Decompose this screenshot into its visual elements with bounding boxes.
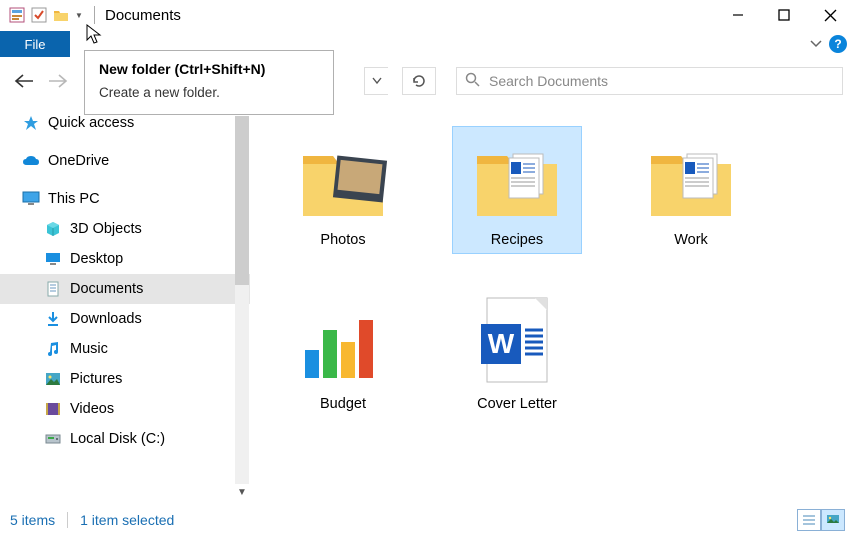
item-label: Work [674, 232, 708, 248]
sidebar-item-this-pc[interactable]: This PC [0, 184, 250, 214]
sidebar-scrollbar[interactable]: ▲ ▼ [234, 100, 250, 500]
cube3d-icon [44, 220, 62, 238]
item-label: Photos [320, 232, 365, 248]
monitor-icon [22, 190, 40, 208]
sidebar-item-label: OneDrive [48, 153, 109, 169]
scroll-thumb[interactable] [235, 116, 249, 285]
view-toggle-group [797, 509, 845, 531]
status-item-count: 5 items [10, 512, 55, 528]
sidebar-item-documents[interactable]: Documents [0, 274, 250, 304]
help-icon[interactable]: ? [829, 35, 847, 53]
details-view-button[interactable] [797, 509, 821, 531]
music-icon [44, 340, 62, 358]
sidebar-item-3d-objects[interactable]: 3D Objects [0, 214, 250, 244]
window-controls [715, 0, 853, 30]
status-bar: 5 items 1 item selected [0, 505, 853, 535]
sidebar: Quick access OneDrive This PC 3D Objects… [0, 100, 250, 500]
folder-docs-icon [469, 132, 565, 228]
qat-dropdown-icon[interactable]: ▼ [74, 11, 84, 20]
close-button[interactable] [807, 0, 853, 30]
sidebar-item-videos[interactable]: Videos [0, 394, 250, 424]
forward-button[interactable] [44, 67, 72, 95]
sidebar-item-label: Documents [70, 281, 143, 297]
sidebar-item-label: Videos [70, 401, 114, 417]
content-item-photos[interactable]: Photos [278, 126, 408, 254]
status-selection: 1 item selected [80, 512, 174, 528]
title-bar: ▼ Documents [0, 0, 853, 30]
item-label: Cover Letter [477, 396, 557, 412]
search-input[interactable]: Search Documents [456, 67, 843, 95]
sidebar-item-downloads[interactable]: Downloads [0, 304, 250, 334]
maximize-button[interactable] [761, 0, 807, 30]
sidebar-item-label: Downloads [70, 311, 142, 327]
sidebar-item-onedrive[interactable]: OneDrive [0, 146, 250, 176]
scroll-down-icon[interactable]: ▼ [234, 484, 250, 500]
title-separator [94, 6, 95, 24]
minimize-button[interactable] [715, 0, 761, 30]
cloud-icon [22, 152, 40, 170]
file-tab[interactable]: File [0, 31, 70, 57]
address-dropdown-icon[interactable] [364, 67, 388, 95]
icons-view-button[interactable] [821, 509, 845, 531]
sidebar-item-music[interactable]: Music [0, 334, 250, 364]
sidebar-item-label: Desktop [70, 251, 123, 267]
ribbon-collapse-chevron-icon[interactable] [809, 36, 823, 52]
chart-icon [295, 296, 391, 392]
content-area[interactable]: Photos Recipes Work Budget W Cover Letter [250, 100, 853, 500]
svg-text:W: W [488, 328, 515, 359]
sidebar-item-desktop[interactable]: Desktop [0, 244, 250, 274]
desktop-icon [44, 250, 62, 268]
properties-icon[interactable] [8, 6, 26, 24]
videos-icon [44, 400, 62, 418]
back-button[interactable] [10, 67, 38, 95]
sidebar-item-local-disk-c-[interactable]: Local Disk (C:) [0, 424, 250, 454]
sidebar-item-label: Music [70, 341, 108, 357]
new-folder-icon[interactable] [52, 6, 70, 24]
tooltip: New folder (Ctrl+Shift+N) Create a new f… [84, 50, 334, 115]
item-label: Budget [320, 396, 366, 412]
status-separator [67, 512, 68, 528]
content-item-cover-letter[interactable]: W Cover Letter [452, 290, 582, 418]
content-item-work[interactable]: Work [626, 126, 756, 254]
item-label: Recipes [491, 232, 543, 248]
refresh-button[interactable] [402, 67, 436, 95]
sidebar-item-label: Quick access [48, 115, 134, 131]
scroll-track[interactable] [235, 116, 249, 484]
search-placeholder: Search Documents [489, 73, 608, 89]
sidebar-item-pictures[interactable]: Pictures [0, 364, 250, 394]
sidebar-item-label: 3D Objects [70, 221, 142, 237]
disk-icon [44, 430, 62, 448]
tooltip-description: Create a new folder. [99, 85, 319, 100]
sidebar-item-label: This PC [48, 191, 100, 207]
sidebar-item-label: Pictures [70, 371, 122, 387]
checkmark-icon[interactable] [30, 6, 48, 24]
folder-photos-icon [295, 132, 391, 228]
content-item-budget[interactable]: Budget [278, 290, 408, 418]
content-item-recipes[interactable]: Recipes [452, 126, 582, 254]
pictures-icon [44, 370, 62, 388]
download-icon [44, 310, 62, 328]
quick-access-toolbar: ▼ [0, 6, 84, 24]
tooltip-title: New folder (Ctrl+Shift+N) [99, 61, 319, 77]
folder-docs-icon [643, 132, 739, 228]
star-icon [22, 114, 40, 132]
word-icon: W [469, 296, 565, 392]
body: Quick access OneDrive This PC 3D Objects… [0, 100, 853, 500]
document-icon [44, 280, 62, 298]
window-title: Documents [105, 7, 181, 24]
search-icon [465, 72, 481, 91]
mouse-cursor [86, 24, 104, 49]
sidebar-item-label: Local Disk (C:) [70, 431, 165, 447]
